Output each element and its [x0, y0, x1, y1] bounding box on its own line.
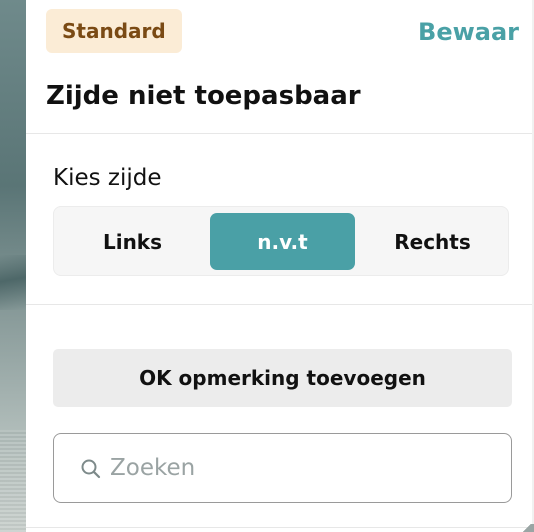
status-badge: Standard [46, 9, 182, 53]
side-option-nvt[interactable]: n.v.t [210, 213, 355, 270]
search-field[interactable] [53, 433, 512, 503]
background-image [0, 0, 26, 532]
side-panel: Standard Bewaar Zijde niet toepasbaar Ki… [26, 0, 534, 532]
divider [26, 527, 534, 528]
add-ok-remark-button[interactable]: OK opmerking toevoegen [53, 349, 512, 407]
search-input[interactable] [110, 448, 490, 488]
side-option-rechts[interactable]: Rechts [360, 213, 505, 270]
divider [26, 133, 534, 134]
side-segmented-control: Links n.v.t Rechts [53, 206, 509, 276]
page-title: Zijde niet toepasbaar [46, 81, 361, 111]
divider [26, 304, 534, 305]
search-icon [81, 459, 101, 479]
side-option-links[interactable]: Links [60, 213, 205, 270]
side-selector-label: Kies zijde [53, 165, 162, 191]
save-button[interactable]: Bewaar [418, 14, 519, 50]
resize-corner [520, 524, 534, 532]
